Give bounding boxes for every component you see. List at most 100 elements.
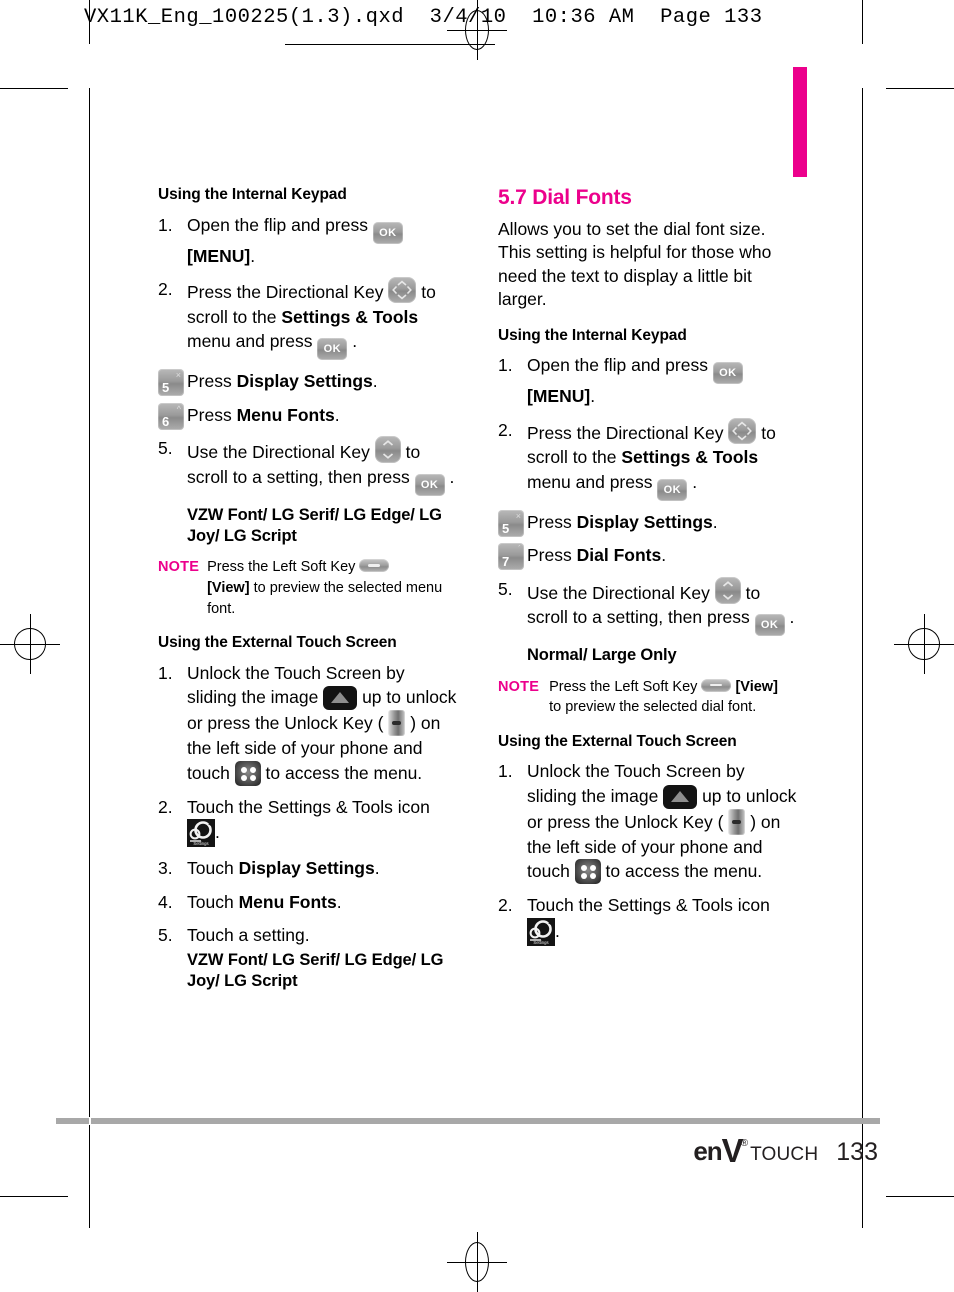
ok-key-icon: OK [712, 362, 743, 385]
svg-text:Settings: Settings [193, 841, 208, 846]
step-text: Open the flip and press [527, 355, 713, 376]
step-text: Press the Directional Key [527, 422, 729, 443]
list-item: 2. Press the Directional Key to scroll t… [498, 417, 798, 501]
step-text-tail: . [661, 545, 667, 566]
note-body: Press the Left Soft Key [View] to previe… [207, 557, 458, 619]
display-settings-label: Display Settings [576, 511, 713, 532]
svg-text:Settings: Settings [533, 940, 548, 945]
trim-line-top-right [886, 88, 954, 89]
menu-label: [MENU] [527, 386, 591, 407]
footer-rule [56, 1117, 880, 1125]
list-item: 3. Touch Display Settings. [158, 856, 458, 881]
list-item: 5. Use the Directional Key to scroll to … [498, 576, 798, 637]
step-text-tail: . [250, 245, 256, 266]
step-text-tail: . [687, 471, 698, 492]
list-item: 1. Open the flip and press OK [MENU]. [498, 353, 798, 409]
trim-line-bottom-right [886, 1196, 954, 1197]
step-number: 5. [158, 925, 173, 946]
crop-line-right-top [862, 0, 863, 44]
step-number: 5. [158, 438, 173, 459]
print-header-text: VX11K_Eng_100225(1.3).qxd 3/4/10 10:36 A… [84, 6, 763, 29]
ok-key-icon: OK [414, 473, 445, 496]
settings-tools-icon: Settings [187, 819, 215, 848]
page-number: 133 [836, 1138, 878, 1166]
number-key-5-icon: 5 × [498, 509, 524, 537]
settings-tools-label: Settings & Tools [621, 447, 759, 468]
left-soft-key-icon [701, 678, 732, 692]
chapter-tab-marker [793, 67, 807, 177]
unlock-key-icon [728, 808, 746, 835]
step-text-tail: . [590, 386, 596, 407]
step-text-tail: . [444, 466, 455, 487]
step-number: 1. [158, 662, 173, 683]
step-text: Press [527, 511, 577, 532]
step-number: 3. [158, 858, 173, 879]
list-item: 3. Press 5× Display Settings. [498, 509, 798, 537]
directional-key-updown-icon [714, 576, 741, 604]
list-item: 5. Touch a setting. VZW Font/ LG Serif/ … [158, 923, 458, 992]
view-label: [View] [207, 580, 250, 597]
view-label: [View] [735, 678, 778, 695]
page-footer: en V ® TOUCH 133 [693, 1130, 878, 1169]
dial-fonts-label: Dial Fonts [576, 545, 662, 566]
manual-page: VX11K_Eng_100225(1.3).qxd 3/4/10 10:36 A… [0, 0, 954, 1292]
directional-key-4way-icon [388, 277, 417, 304]
step-text: Press [527, 545, 577, 566]
step-number: 1. [158, 214, 173, 235]
registration-mark-bottom [447, 1232, 507, 1292]
key-digit: 7 [502, 554, 510, 570]
number-key-5-icon: 5 × [158, 369, 184, 397]
list-item: 3. Press 5× Display Settings. [158, 369, 458, 397]
step-text: Press the Directional Key [187, 282, 389, 303]
trim-line-left [89, 88, 90, 1228]
note-text-1: Press the Left Soft Key [549, 678, 702, 695]
right-heading-touch-screen: Using the External Touch Screen [498, 732, 737, 750]
ok-key-icon: OK [372, 221, 403, 244]
step-text: Use the Directional Key [527, 582, 715, 603]
brand-v-text: V [721, 1132, 744, 1169]
list-item: 2. Touch the Settings & Tools icon Setti… [498, 893, 798, 946]
slide-up-icon [663, 784, 698, 809]
list-item: 2. Touch the Settings & Tools icon Setti… [158, 795, 458, 848]
left-font-options-list: VZW Font/ LG Serif/ LG Edge/ LG Joy/ LG … [187, 505, 442, 546]
ok-key-icon: OK [657, 478, 688, 501]
step-text: Touch a setting. [187, 925, 310, 946]
right-heading-internal-keypad: Using the Internal Keypad [498, 326, 687, 344]
step-text: menu and press [187, 331, 318, 352]
brand-touch-text: TOUCH [750, 1144, 819, 1165]
menu-dots-icon [234, 760, 261, 786]
step-number: 5. [498, 578, 513, 599]
step-text-tail: . [555, 920, 560, 941]
right-column: 5. 7 Dial Fonts Allows you to set the dia… [498, 186, 798, 955]
step-text: Press [187, 404, 237, 425]
step-text-tail: . [336, 891, 342, 912]
list-item: 4. Press 7´ Dial Fonts. [498, 543, 798, 571]
list-item: 1. Open the flip and press OK [MENU]. [158, 213, 458, 269]
step-text: Touch [187, 891, 239, 912]
key-symbol: × [175, 370, 181, 381]
step-text: to access the menu. [600, 861, 763, 882]
step-text: Open the flip and press [187, 214, 373, 235]
font-options-list: VZW Font/ LG Serif/ LG Edge/ LG Joy/ LG … [187, 950, 444, 990]
key-digit: 6 [162, 413, 170, 429]
key-digit: 5 [502, 520, 510, 536]
step-text-tail: . [347, 331, 358, 352]
display-settings-label: Display Settings [236, 371, 373, 392]
ok-key-icon: OK [317, 338, 348, 361]
right-font-options-list: Normal/ Large Only [527, 646, 677, 665]
directional-key-4way-icon [728, 417, 757, 444]
note-text-1: Press the Left Soft Key [207, 559, 360, 576]
step-text-tail: . [784, 607, 795, 628]
step-text-tail: . [215, 822, 220, 843]
section-intro-text: Allows you to set the dial font size. Th… [498, 218, 772, 310]
list-item: 5. Use the Directional Key to scroll to … [158, 436, 458, 496]
key-symbol: ´ [518, 544, 521, 555]
left-column: Using the Internal Keypad 1. Open the fl… [158, 186, 458, 1001]
step-text: menu and press [527, 471, 658, 492]
left-heading-internal-keypad: Using the Internal Keypad [158, 186, 347, 203]
list-item: 4. Press 6^ Menu Fonts. [158, 402, 458, 430]
number-key-7-icon: 7 ´ [498, 543, 524, 571]
menu-fonts-label: Menu Fonts [236, 404, 335, 425]
step-text-tail: . [372, 371, 378, 392]
note-text-2: to preview the selected dial font. [549, 699, 757, 716]
